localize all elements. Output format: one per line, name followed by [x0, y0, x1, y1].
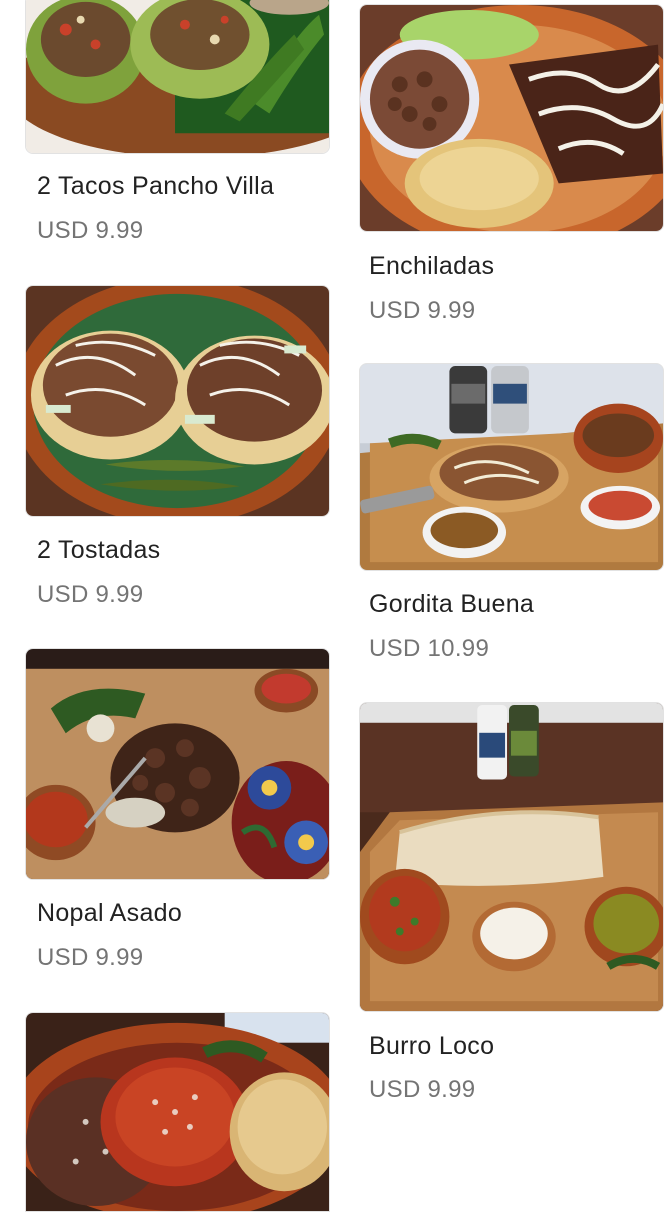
tostadas-photo[interactable]: [25, 285, 330, 517]
burro-photo[interactable]: [359, 702, 664, 1012]
plate-photo[interactable]: [25, 1012, 330, 1212]
item-price: USD 9.99: [369, 297, 476, 324]
item-name: Enchiladas: [369, 252, 495, 280]
enchiladas-photo[interactable]: [359, 4, 664, 232]
menu-item-nopal-asado[interactable]: Nopal Asado USD 9.99: [0, 648, 334, 988]
menu-item-partial[interactable]: [0, 1012, 334, 1212]
tacos-photo[interactable]: [25, 0, 330, 154]
menu-item-2-tostadas[interactable]: 2 Tostadas USD 9.99: [0, 285, 334, 625]
item-name: Burro Loco: [369, 1032, 495, 1060]
gordita-photo[interactable]: [359, 363, 664, 571]
item-price: USD 9.99: [37, 944, 144, 971]
item-name: Gordita Buena: [369, 590, 535, 618]
menu-item-burro-loco[interactable]: Burro Loco USD 9.99: [334, 702, 668, 1122]
item-price: USD 9.99: [37, 581, 144, 608]
menu-item-tacos-pancho-villa[interactable]: 2 Tacos Pancho Villa USD 9.99: [0, 0, 334, 260]
nopal-photo[interactable]: [25, 648, 330, 880]
menu-item-enchiladas[interactable]: Enchiladas USD 9.99: [334, 0, 668, 340]
item-price: USD 9.99: [37, 217, 144, 244]
item-name: 2 Tacos Pancho Villa: [37, 172, 275, 200]
item-price: USD 9.99: [369, 1076, 476, 1103]
menu-item-gordita-buena[interactable]: Gordita Buena USD 10.99: [334, 363, 668, 703]
item-price: USD 10.99: [369, 635, 490, 662]
item-name: 2 Tostadas: [37, 536, 161, 564]
item-name: Nopal Asado: [37, 899, 183, 927]
